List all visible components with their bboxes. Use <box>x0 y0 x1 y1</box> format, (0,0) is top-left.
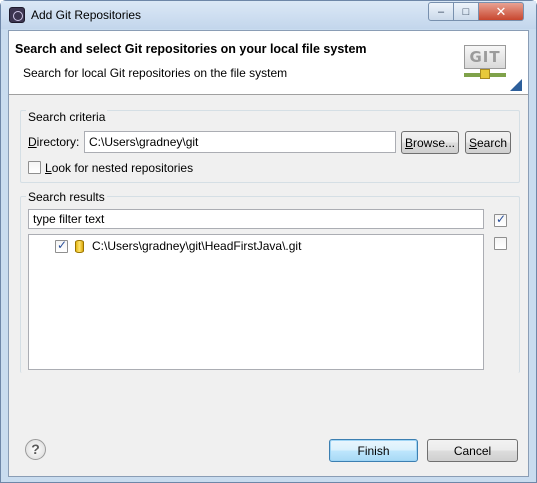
nested-mnemonic: L <box>45 161 52 175</box>
window-controls: – □ ✕ <box>428 2 524 21</box>
nested-label-rest: ook for nested repositories <box>51 161 194 175</box>
wizard-corner-icon <box>510 79 522 91</box>
header-title: Search and select Git repositories on yo… <box>15 42 367 56</box>
browse-mnemonic: B <box>404 135 413 150</box>
repository-tree[interactable]: C:\Users\gradney\git\HeadFirstJava\.git <box>28 234 484 370</box>
search-button[interactable]: Search <box>465 131 511 154</box>
select-all-checkbox[interactable] <box>494 212 507 227</box>
browse-label-rest: rowse... <box>413 135 456 150</box>
title-bar[interactable]: Add Git Repositories – □ ✕ <box>1 1 536 29</box>
directory-label: Directory: <box>28 135 79 149</box>
directory-label-rest: irectory: <box>36 135 80 149</box>
deselect-all-checkbox[interactable] <box>494 237 507 250</box>
maximize-button[interactable]: □ <box>454 2 479 21</box>
tree-item[interactable]: C:\Users\gradney\git\HeadFirstJava\.git <box>29 235 483 255</box>
search-label-rest: earch <box>476 135 508 150</box>
header-description: Search for local Git repositories on the… <box>23 66 288 80</box>
minimize-button[interactable]: – <box>428 2 454 21</box>
nested-repositories-checkbox[interactable] <box>28 161 41 174</box>
close-button[interactable]: ✕ <box>479 2 524 21</box>
finish-button[interactable]: Finish <box>329 439 418 462</box>
git-logo-text: GIT <box>464 45 506 69</box>
git-repository-icon <box>75 240 84 253</box>
repository-item-label: C:\Users\gradney\git\HeadFirstJava\.git <box>92 239 302 253</box>
directory-label-mnemonic: D <box>28 135 37 149</box>
directory-input[interactable]: C:\Users\gradney\git <box>84 131 396 153</box>
repository-item-checkbox[interactable] <box>55 238 68 253</box>
eclipse-app-icon <box>9 7 25 23</box>
help-icon[interactable]: ? <box>25 439 46 460</box>
dialog-header: Search and select Git repositories on yo… <box>9 31 528 95</box>
filter-input[interactable]: type filter text <box>28 209 484 229</box>
window-title: Add Git Repositories <box>31 8 142 22</box>
search-criteria-label: Search criteria <box>26 110 108 124</box>
dialog-body: Search and select Git repositories on yo… <box>8 30 529 477</box>
browse-button[interactable]: Browse... <box>401 131 459 154</box>
cancel-button[interactable]: Cancel <box>427 439 518 462</box>
add-git-repositories-dialog: Add Git Repositories – □ ✕ Search and se… <box>0 0 537 483</box>
search-results-label: Search results <box>26 190 107 204</box>
git-logo-icon: GIT <box>464 45 522 91</box>
git-logo-knob <box>480 69 490 79</box>
nested-repositories-label: Look for nested repositories <box>45 161 193 175</box>
search-mnemonic: S <box>468 135 477 150</box>
